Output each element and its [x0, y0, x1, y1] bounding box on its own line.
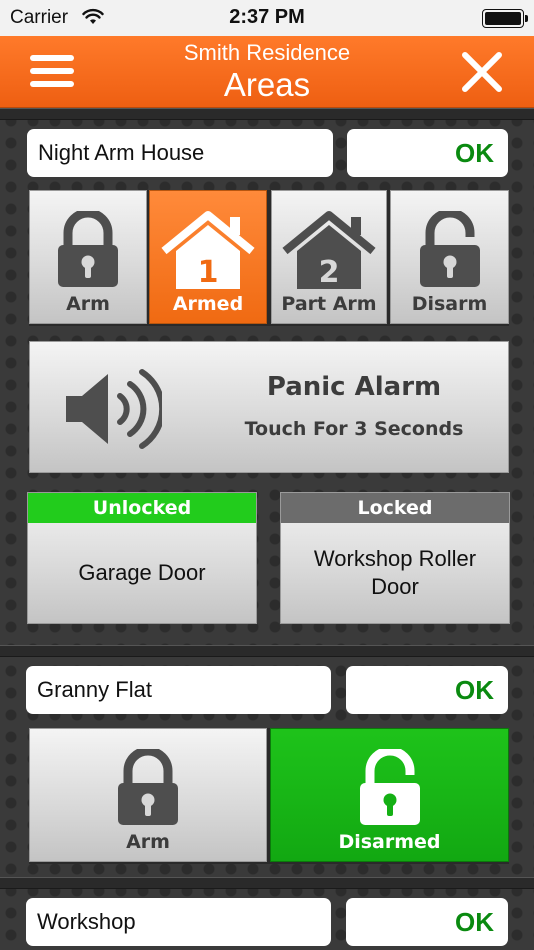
status-bar: Carrier 2:37 PM [0, 0, 534, 36]
arm-button[interactable]: Arm [29, 190, 147, 324]
area-name-field[interactable]: Night Arm House [27, 129, 333, 177]
close-icon[interactable] [460, 50, 504, 94]
unlock-icon [419, 211, 480, 287]
armed-button-label: Armed [172, 293, 244, 315]
disarm-button[interactable]: Disarm [390, 190, 509, 324]
disarmed-button-label: Disarmed [338, 831, 441, 853]
section-divider [0, 108, 534, 120]
door-state-badge: Unlocked [28, 493, 256, 523]
armed-button[interactable]: 1 Armed [149, 190, 267, 324]
part-arm-button[interactable]: 2 Part Arm [271, 190, 387, 324]
area-status-ok: OK [346, 898, 508, 946]
lock-icon [58, 211, 118, 287]
part-arm-button-label: Part Arm [281, 293, 377, 315]
arm-button-label: Arm [66, 293, 110, 315]
disarm-button-label: Disarm [411, 293, 488, 315]
door-state-badge: Locked [281, 493, 509, 523]
nav-subtitle: Smith Residence [183, 40, 351, 65]
unlock-icon [359, 749, 420, 825]
house-icon: 1 [161, 211, 255, 290]
disarmed-button[interactable]: Disarmed [270, 728, 509, 862]
door-name: Workshop Roller Door [313, 546, 477, 599]
page-title: Areas [223, 66, 311, 103]
section-divider [0, 877, 534, 889]
lock-icon [118, 749, 178, 825]
panic-alarm-subtitle: Touch For 3 Seconds [244, 418, 464, 440]
garage-door-button[interactable]: Unlocked Garage Door [27, 492, 257, 624]
door-name: Garage Door [78, 560, 206, 585]
battery-icon [482, 9, 528, 28]
area-status-ok: OK [346, 666, 508, 714]
area-name-field[interactable]: Workshop [26, 898, 331, 946]
arm-button-label: Arm [126, 831, 170, 853]
arm-button-row: Arm Disarmed [29, 728, 509, 864]
arm-button[interactable]: Arm [29, 728, 267, 862]
area-name-field[interactable]: Granny Flat [26, 666, 331, 714]
section-divider [0, 645, 534, 657]
arm-button-row: Arm 1 Armed 2 Part Arm Disarm [29, 190, 509, 326]
nav-bar: Smith Residence Areas [0, 36, 534, 108]
armed-number: 1 [198, 255, 219, 290]
part-arm-number: 2 [319, 255, 340, 290]
panic-alarm-button[interactable]: Panic Alarm Touch For 3 Seconds [29, 341, 509, 473]
panic-alarm-title: Panic Alarm [266, 372, 442, 402]
workshop-roller-door-button[interactable]: Locked Workshop Roller Door [280, 492, 510, 624]
area-status-ok: OK [347, 129, 508, 177]
speaker-icon [66, 369, 162, 449]
house-icon: 2 [282, 211, 376, 290]
clock: 2:37 PM [229, 6, 305, 28]
